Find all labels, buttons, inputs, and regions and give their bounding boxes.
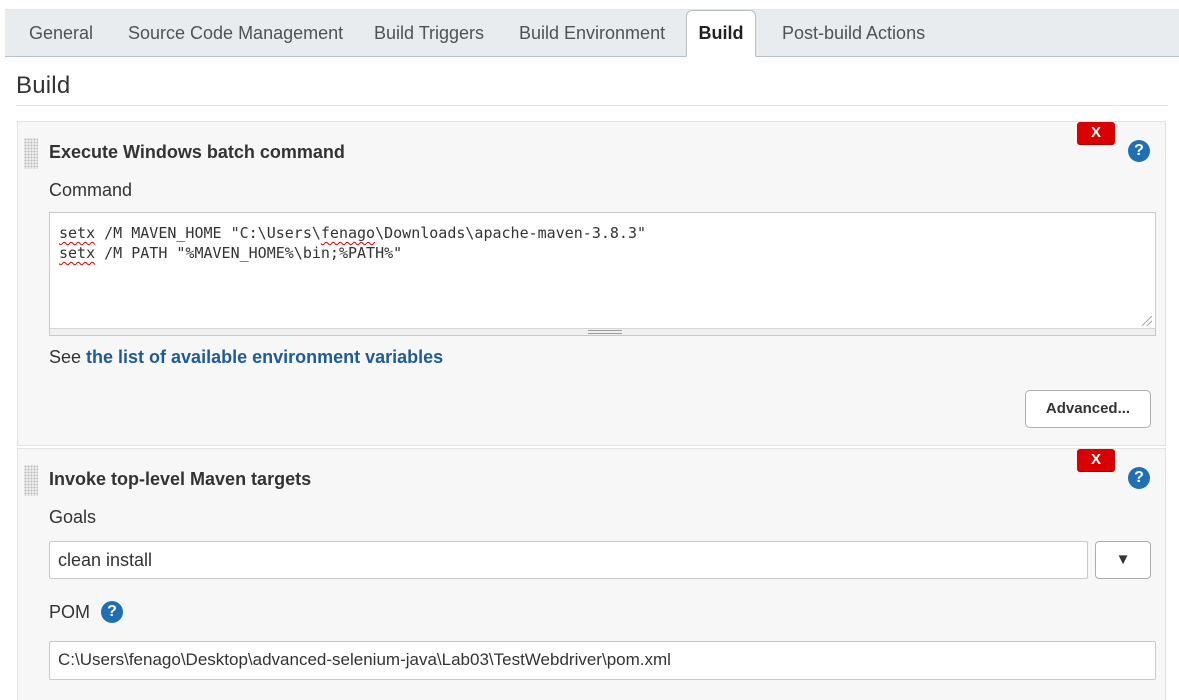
command-label: Command xyxy=(49,180,133,200)
env-variables-hint: See the list of available environment va… xyxy=(49,347,443,368)
pom-input[interactable]: C:\Users\fenago\Desktop\advanced-seleniu… xyxy=(49,641,1156,680)
section-title: Build xyxy=(16,72,71,99)
section-divider xyxy=(16,105,1168,106)
delete-step-button[interactable]: X xyxy=(1077,449,1115,471)
drag-handle-icon[interactable] xyxy=(24,465,38,496)
step-title: Execute Windows batch command xyxy=(49,142,345,162)
tab-bar-divider xyxy=(5,56,1179,57)
command-segment: /M MAVEN_HOME "C:\Users\ xyxy=(95,224,321,242)
delete-step-button[interactable]: X xyxy=(1077,122,1115,144)
command-keyword: setx xyxy=(59,224,96,242)
goals-input[interactable]: clean install xyxy=(49,541,1088,579)
command-segment: \Downloads\apache-maven-3.8.3" xyxy=(375,224,647,242)
command-username: fenago xyxy=(320,224,376,242)
advanced-button[interactable]: Advanced... xyxy=(1025,390,1151,428)
tab-build-environment[interactable]: Build Environment xyxy=(519,10,665,56)
tab-general[interactable]: General xyxy=(29,10,93,56)
command-textarea[interactable]: setx /M MAVEN_HOME "C:\Users\fenago\Down… xyxy=(49,212,1156,336)
help-icon[interactable]: ? xyxy=(1128,140,1150,162)
tab-build-triggers[interactable]: Build Triggers xyxy=(374,10,484,56)
command-segment: /M PATH "%MAVEN_HOME%\bin;%PATH%" xyxy=(95,244,403,262)
env-variables-link[interactable]: the list of available environment variab… xyxy=(86,347,443,367)
pom-label: POM xyxy=(49,602,91,622)
goals-dropdown-button[interactable]: ▼ xyxy=(1095,541,1151,579)
command-text: setx /M MAVEN_HOME "C:\Users\fenago\Down… xyxy=(59,223,646,263)
resize-corner-icon[interactable] xyxy=(1142,316,1152,326)
tab-source-code-management[interactable]: Source Code Management xyxy=(128,10,343,56)
textarea-resize-bar[interactable] xyxy=(50,328,1155,335)
command-keyword: setx xyxy=(59,244,96,262)
step-title: Invoke top-level Maven targets xyxy=(49,469,312,489)
grip-icon xyxy=(588,330,622,334)
tab-build[interactable]: Build xyxy=(686,10,756,57)
build-step-maven-targets: Invoke top-level Maven targets X ? Goals… xyxy=(17,448,1166,700)
goals-label: Goals xyxy=(49,507,97,527)
drag-handle-icon[interactable] xyxy=(24,138,38,169)
tab-post-build-actions[interactable]: Post-build Actions xyxy=(782,10,925,56)
tab-bar: General Source Code Management Build Tri… xyxy=(0,0,1179,57)
hint-prefix: See xyxy=(49,347,87,367)
pom-help-icon[interactable]: ? xyxy=(101,601,123,623)
build-step-batch-command: Execute Windows batch command X ? Comman… xyxy=(17,121,1166,446)
chevron-down-icon: ▼ xyxy=(1115,551,1131,568)
help-icon[interactable]: ? xyxy=(1128,467,1150,489)
